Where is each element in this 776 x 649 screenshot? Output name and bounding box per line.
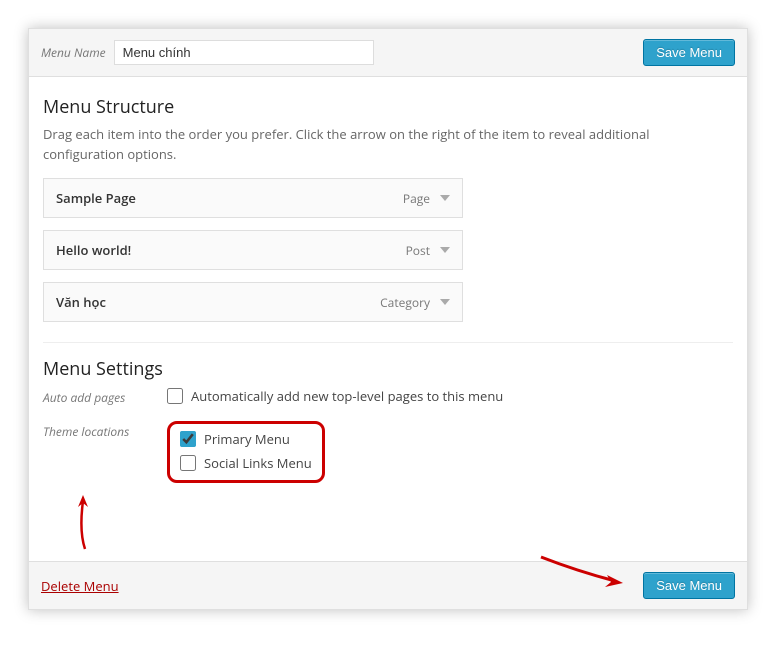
primary-menu-checkbox[interactable] [180, 431, 196, 447]
save-menu-button-top[interactable]: Save Menu [643, 39, 735, 66]
menu-footer: Delete Menu Save Menu [29, 561, 747, 609]
delete-menu-link[interactable]: Delete Menu [41, 577, 119, 595]
menu-structure-description: Drag each item into the order you prefer… [43, 125, 733, 164]
theme-location-option[interactable]: Social Links Menu [180, 454, 312, 472]
menu-name-input[interactable] [114, 40, 374, 65]
theme-location-text: Primary Menu [204, 430, 290, 448]
menu-item-title: Sample Page [56, 189, 136, 207]
menu-item[interactable]: Văn học Category [43, 282, 463, 322]
theme-location-option[interactable]: Primary Menu [180, 430, 312, 448]
menu-item-type: Category [380, 294, 430, 311]
theme-location-text: Social Links Menu [204, 454, 312, 472]
menu-item[interactable]: Hello world! Post [43, 230, 463, 270]
menu-item-type: Post [406, 242, 430, 259]
theme-locations-label: Theme locations [43, 421, 153, 440]
menu-items-list: Sample Page Page Hello world! Post Văn h… [43, 178, 733, 322]
auto-add-pages-label: Auto add pages [43, 387, 153, 406]
chevron-down-icon[interactable] [440, 247, 450, 253]
annotation-arrow-up-icon [71, 491, 95, 551]
menu-item[interactable]: Sample Page Page [43, 178, 463, 218]
menu-item-type: Page [403, 190, 430, 207]
chevron-down-icon[interactable] [440, 299, 450, 305]
social-links-checkbox[interactable] [180, 455, 196, 471]
menu-name-label: Menu Name [41, 44, 106, 61]
auto-add-option-text: Automatically add new top-level pages to… [191, 387, 503, 405]
menu-item-title: Hello world! [56, 241, 131, 259]
save-menu-button-bottom[interactable]: Save Menu [643, 572, 735, 599]
menu-header: Menu Name Save Menu [29, 29, 747, 77]
auto-add-checkbox[interactable] [167, 388, 183, 404]
menu-structure-title: Menu Structure [43, 95, 733, 119]
auto-add-option[interactable]: Automatically add new top-level pages to… [167, 387, 503, 405]
menu-settings-title: Menu Settings [43, 357, 733, 381]
chevron-down-icon[interactable] [440, 195, 450, 201]
annotation-highlight-box: Primary Menu Social Links Menu [167, 421, 325, 483]
menu-item-title: Văn học [56, 293, 106, 311]
